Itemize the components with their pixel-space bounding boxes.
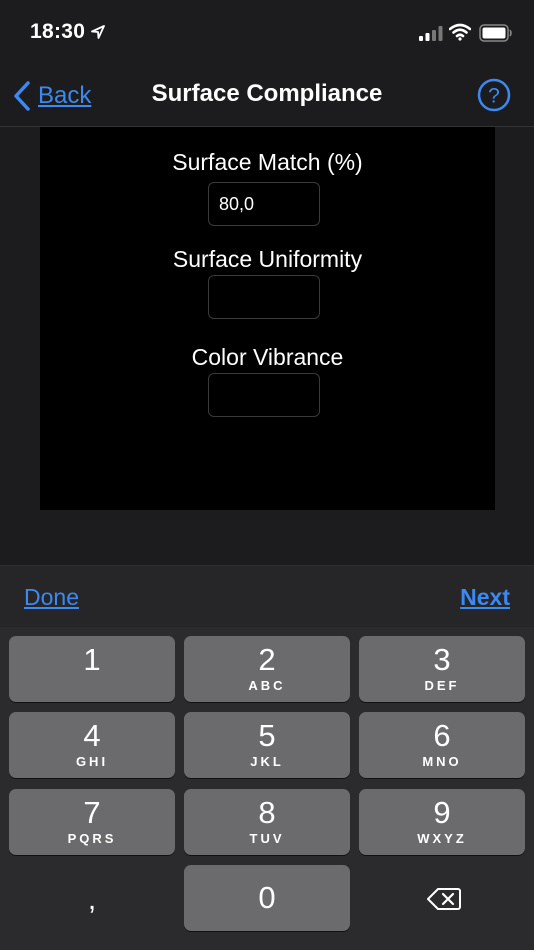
status-time: 18:30 bbox=[30, 20, 86, 43]
key-0[interactable]: 0 bbox=[184, 865, 350, 931]
key-3[interactable]: 3 DEF bbox=[359, 636, 525, 702]
key-letters: TUV bbox=[249, 831, 285, 846]
numeric-keypad: 1 2 ABC 3 DEF 4 GHI 5 JKL 6 MNO 7 PQRS 8… bbox=[0, 627, 534, 950]
surface-match-input[interactable] bbox=[208, 182, 320, 226]
page-title: Surface Compliance bbox=[151, 80, 383, 107]
surface-uniformity-input[interactable] bbox=[208, 275, 320, 319]
keyboard-toolbar: Done Next bbox=[0, 565, 534, 628]
key-4[interactable]: 4 GHI bbox=[9, 712, 175, 778]
navigation-bar: Back Surface Compliance ? bbox=[0, 66, 534, 127]
key-5[interactable]: 5 JKL bbox=[184, 712, 350, 778]
key-letters: WXYZ bbox=[417, 831, 467, 846]
surface-match-label: Surface Match (%) bbox=[172, 149, 363, 175]
key-2[interactable]: 2 ABC bbox=[184, 636, 350, 702]
form-panel: Surface Match (%) Surface Uniformity Col… bbox=[40, 127, 495, 510]
key-letters: PQRS bbox=[67, 831, 117, 846]
key-digit: 3 bbox=[433, 642, 451, 677]
key-8[interactable]: 8 TUV bbox=[184, 789, 350, 855]
wifi-icon bbox=[449, 23, 471, 41]
key-digit: 0 bbox=[258, 880, 276, 915]
key-letters: DEF bbox=[424, 678, 460, 693]
key-digit: 2 bbox=[258, 642, 276, 677]
key-letters: ABC bbox=[248, 678, 286, 693]
key-9[interactable]: 9 WXYZ bbox=[359, 789, 525, 855]
key-letters: GHI bbox=[75, 754, 109, 769]
status-bar: 18:30 bbox=[0, 0, 534, 66]
key-letters: MNO bbox=[422, 754, 462, 769]
key-digit: 7 bbox=[83, 795, 101, 830]
next-button[interactable]: Next bbox=[460, 584, 510, 611]
key-comma[interactable]: , bbox=[9, 865, 175, 931]
key-letters: JKL bbox=[250, 754, 284, 769]
color-vibrance-label: Color Vibrance bbox=[191, 344, 344, 370]
key-7[interactable]: 7 PQRS bbox=[9, 789, 175, 855]
comma-label: , bbox=[87, 883, 97, 916]
delete-key[interactable] bbox=[359, 865, 525, 931]
battery-icon bbox=[479, 24, 512, 42]
done-button[interactable]: Done bbox=[24, 584, 79, 611]
key-digit: 4 bbox=[83, 718, 101, 753]
help-icon[interactable]: ? bbox=[477, 78, 511, 112]
key-digit: 6 bbox=[433, 718, 451, 753]
key-digit: 5 bbox=[258, 718, 276, 753]
key-1[interactable]: 1 bbox=[9, 636, 175, 702]
backspace-icon bbox=[427, 888, 461, 910]
key-6[interactable]: 6 MNO bbox=[359, 712, 525, 778]
key-digit: 1 bbox=[83, 642, 101, 677]
color-vibrance-input[interactable] bbox=[208, 373, 320, 417]
key-digit: 9 bbox=[433, 795, 451, 830]
cellular-signal-icon bbox=[419, 26, 443, 41]
key-digit: 8 bbox=[258, 795, 276, 830]
location-arrow-icon bbox=[91, 25, 105, 39]
svg-text:?: ? bbox=[488, 85, 500, 108]
surface-uniformity-label: Surface Uniformity bbox=[172, 246, 363, 272]
